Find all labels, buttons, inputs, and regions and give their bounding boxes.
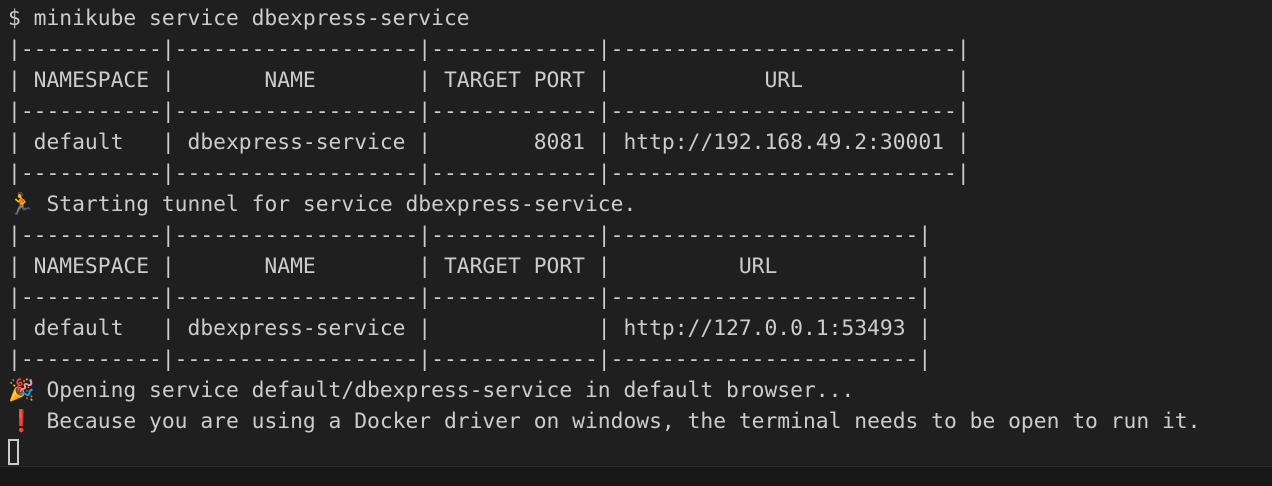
table2-row: | default | dbexpress-service | | http:/…: [8, 316, 932, 341]
tunnel-message-text: Starting tunnel for service dbexpress-se…: [46, 192, 637, 217]
table1-row: | default | dbexpress-service | 8081 | h…: [8, 130, 970, 155]
warning-message: ❗ Because you are using a Docker driver …: [8, 406, 1272, 437]
table2-border-mid: |-----------|-------------------|-------…: [8, 285, 932, 310]
table1-border-mid: |-----------|-------------------|-------…: [8, 99, 970, 124]
opening-message-text: Opening service default/dbexpress-servic…: [46, 378, 855, 403]
party-popper-icon: 🎉: [8, 378, 35, 403]
table2-header: | NAMESPACE | NAME | TARGET PORT | URL |: [8, 254, 932, 279]
text-cursor: [8, 439, 19, 465]
warning-message-text: Because you are using a Docker driver on…: [46, 409, 1201, 434]
terminal-bottom-strip: [0, 466, 1272, 486]
running-person-icon: 🏃: [8, 192, 35, 217]
exclamation-icon: ❗: [8, 409, 35, 434]
table2-border-top: |-----------|-------------------|-------…: [8, 223, 932, 248]
tunnel-message: 🏃 Starting tunnel for service dbexpress-…: [8, 189, 1272, 220]
opening-message: 🎉 Opening service default/dbexpress-serv…: [8, 375, 1272, 406]
table1-header: | NAMESPACE | NAME | TARGET PORT | URL |: [8, 68, 970, 93]
table2-border-bottom: |-----------|-------------------|-------…: [8, 347, 932, 372]
table1-border-bottom: |-----------|-------------------|-------…: [8, 161, 970, 186]
terminal-output[interactable]: $ minikube service dbexpress-service |--…: [0, 0, 1272, 466]
prompt-line[interactable]: [8, 437, 1272, 468]
command-line: $ minikube service dbexpress-service: [8, 6, 470, 31]
table1-border-top: |-----------|-------------------|-------…: [8, 37, 970, 62]
